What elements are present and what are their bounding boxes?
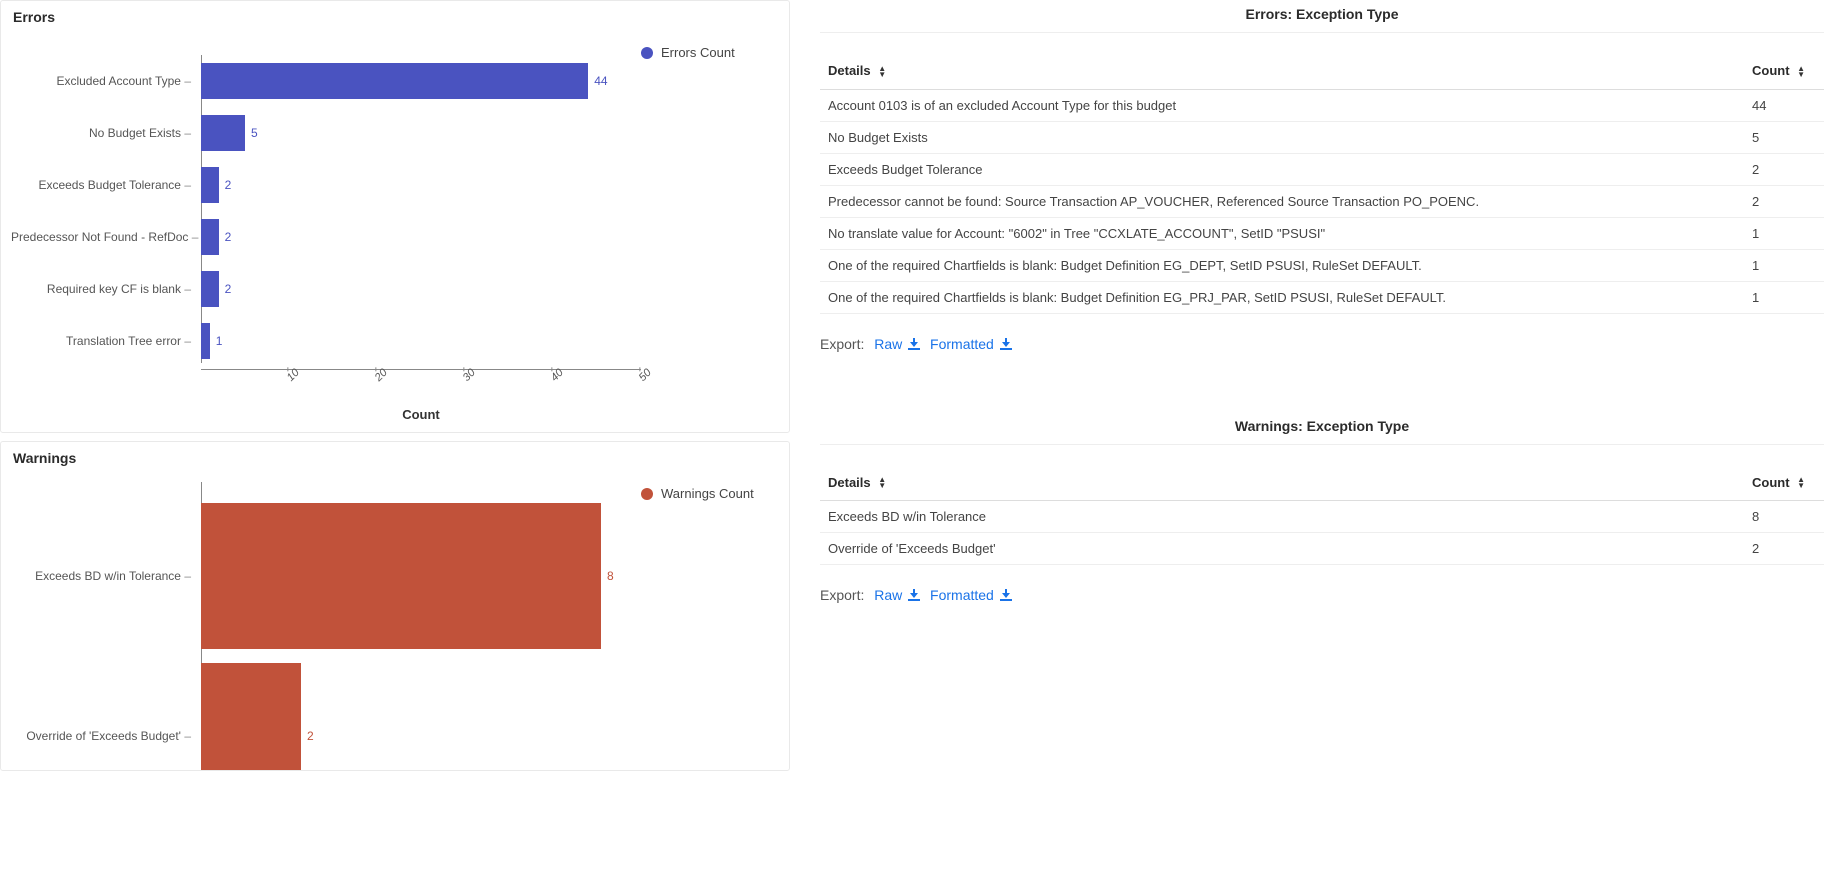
legend-swatch-icon <box>641 47 653 59</box>
table-row[interactable]: Exceeds BD w/in Tolerance8 <box>820 501 1824 533</box>
errors-table-section: Errors: Exception Type Details Count <box>820 0 1824 352</box>
export-raw-link[interactable]: Raw <box>874 587 920 603</box>
cell-count: 5 <box>1744 121 1824 153</box>
table-row[interactable]: No translate value for Account: "6002" i… <box>820 217 1824 249</box>
bar-category-label: Override of 'Exceeds Budget' <box>11 729 191 743</box>
x-axis-title: Count <box>201 407 641 422</box>
warnings-table-section: Warnings: Exception Type Details Count <box>820 412 1824 604</box>
table-row[interactable]: Account 0103 is of an excluded Account T… <box>820 89 1824 121</box>
bar-value-label: 44 <box>594 74 607 88</box>
download-icon <box>1000 589 1012 601</box>
cell-count: 44 <box>1744 89 1824 121</box>
table-row[interactable]: Override of 'Exceeds Budget'2 <box>820 533 1824 565</box>
cell-details: No Budget Exists <box>820 121 1744 153</box>
errors-legend: Errors Count <box>641 31 779 422</box>
legend-swatch-icon <box>641 488 653 500</box>
bar-fill[interactable] <box>201 167 219 203</box>
warnings-chart-title: Warnings <box>13 450 779 466</box>
bar-fill[interactable] <box>201 63 588 99</box>
errors-chart-panel: Errors Excluded Account Type44No Budget … <box>0 0 790 433</box>
warnings-chart-panel: Warnings Exceeds BD w/in Tolerance8Overr… <box>0 441 790 771</box>
bar-row[interactable]: Exceeds Budget Tolerance2 <box>201 159 641 211</box>
sort-icon[interactable] <box>878 476 886 490</box>
table-row[interactable]: One of the required Chartfields is blank… <box>820 249 1824 281</box>
cell-count: 8 <box>1744 501 1824 533</box>
download-icon <box>1000 338 1012 350</box>
cell-count: 1 <box>1744 281 1824 313</box>
cell-details: No translate value for Account: "6002" i… <box>820 217 1744 249</box>
bar-category-label: Exceeds Budget Tolerance <box>11 178 191 192</box>
warnings-table-title: Warnings: Exception Type <box>820 412 1824 445</box>
cell-count: 2 <box>1744 185 1824 217</box>
cell-details: Exceeds Budget Tolerance <box>820 153 1744 185</box>
export-formatted-link[interactable]: Formatted <box>930 336 1012 352</box>
warnings-legend: Warnings Count <box>641 472 779 771</box>
sort-icon[interactable] <box>1797 476 1805 490</box>
errors-table-title: Errors: Exception Type <box>820 0 1824 33</box>
bar-fill[interactable] <box>201 663 301 771</box>
table-row[interactable]: No Budget Exists5 <box>820 121 1824 153</box>
table-row[interactable]: Predecessor cannot be found: Source Tran… <box>820 185 1824 217</box>
bar-fill[interactable] <box>201 115 245 151</box>
cell-details: One of the required Chartfields is blank… <box>820 249 1744 281</box>
bar-value-label: 2 <box>225 282 232 296</box>
column-header-details[interactable]: Details <box>820 53 1744 89</box>
export-formatted-link[interactable]: Formatted <box>930 587 1012 603</box>
cell-details: Override of 'Exceeds Budget' <box>820 533 1744 565</box>
column-header-count[interactable]: Count <box>1744 465 1824 501</box>
bar-value-label: 8 <box>607 569 614 583</box>
bar-value-label: 5 <box>251 126 258 140</box>
bar-row[interactable]: Predecessor Not Found - RefDoc2 <box>201 211 641 263</box>
bar-row[interactable]: Excluded Account Type44 <box>201 55 641 107</box>
bar-fill[interactable] <box>201 323 210 359</box>
bar-fill[interactable] <box>201 219 219 255</box>
export-label: Export: <box>820 336 864 352</box>
sort-icon[interactable] <box>1797 65 1805 79</box>
legend-label: Errors Count <box>661 45 735 60</box>
bar-value-label: 2 <box>225 230 232 244</box>
bar-category-label: Excluded Account Type <box>11 74 191 88</box>
bar-category-label: Exceeds BD w/in Tolerance <box>11 569 191 583</box>
legend-label: Warnings Count <box>661 486 754 501</box>
export-raw-link[interactable]: Raw <box>874 336 920 352</box>
cell-details: Predecessor cannot be found: Source Tran… <box>820 185 1744 217</box>
cell-details: One of the required Chartfields is blank… <box>820 281 1744 313</box>
sort-icon[interactable] <box>878 65 886 79</box>
bar-row[interactable]: Required key CF is blank2 <box>201 263 641 315</box>
bar-row[interactable]: Exceeds BD w/in Tolerance8 <box>201 496 641 656</box>
bar-category-label: Translation Tree error <box>11 334 191 348</box>
errors-table: Details Count Account 0103 is of an excl… <box>820 53 1824 314</box>
bar-value-label: 2 <box>225 178 232 192</box>
bar-row[interactable]: Translation Tree error1 <box>201 315 641 367</box>
errors-chart-title: Errors <box>13 9 779 25</box>
cell-details: Exceeds BD w/in Tolerance <box>820 501 1744 533</box>
bar-fill[interactable] <box>201 271 219 307</box>
download-icon <box>908 589 920 601</box>
bar-row[interactable]: No Budget Exists5 <box>201 107 641 159</box>
bar-row[interactable]: Override of 'Exceeds Budget'2 <box>201 656 641 771</box>
column-header-details[interactable]: Details <box>820 465 1744 501</box>
cell-count: 1 <box>1744 249 1824 281</box>
bar-category-label: Required key CF is blank <box>11 282 191 296</box>
column-header-count[interactable]: Count <box>1744 53 1824 89</box>
bar-category-label: No Budget Exists <box>11 126 191 140</box>
table-row[interactable]: One of the required Chartfields is blank… <box>820 281 1824 313</box>
warnings-table: Details Count Exceeds BD w/in Tolerance8… <box>820 465 1824 566</box>
table-row[interactable]: Exceeds Budget Tolerance2 <box>820 153 1824 185</box>
cell-count: 2 <box>1744 153 1824 185</box>
cell-count: 1 <box>1744 217 1824 249</box>
bar-value-label: 1 <box>216 334 223 348</box>
bar-value-label: 2 <box>307 729 314 743</box>
export-label: Export: <box>820 587 864 603</box>
bar-fill[interactable] <box>201 503 601 649</box>
bar-category-label: Predecessor Not Found - RefDoc <box>11 230 191 244</box>
download-icon <box>908 338 920 350</box>
cell-details: Account 0103 is of an excluded Account T… <box>820 89 1744 121</box>
x-axis-line <box>201 369 641 370</box>
cell-count: 2 <box>1744 533 1824 565</box>
